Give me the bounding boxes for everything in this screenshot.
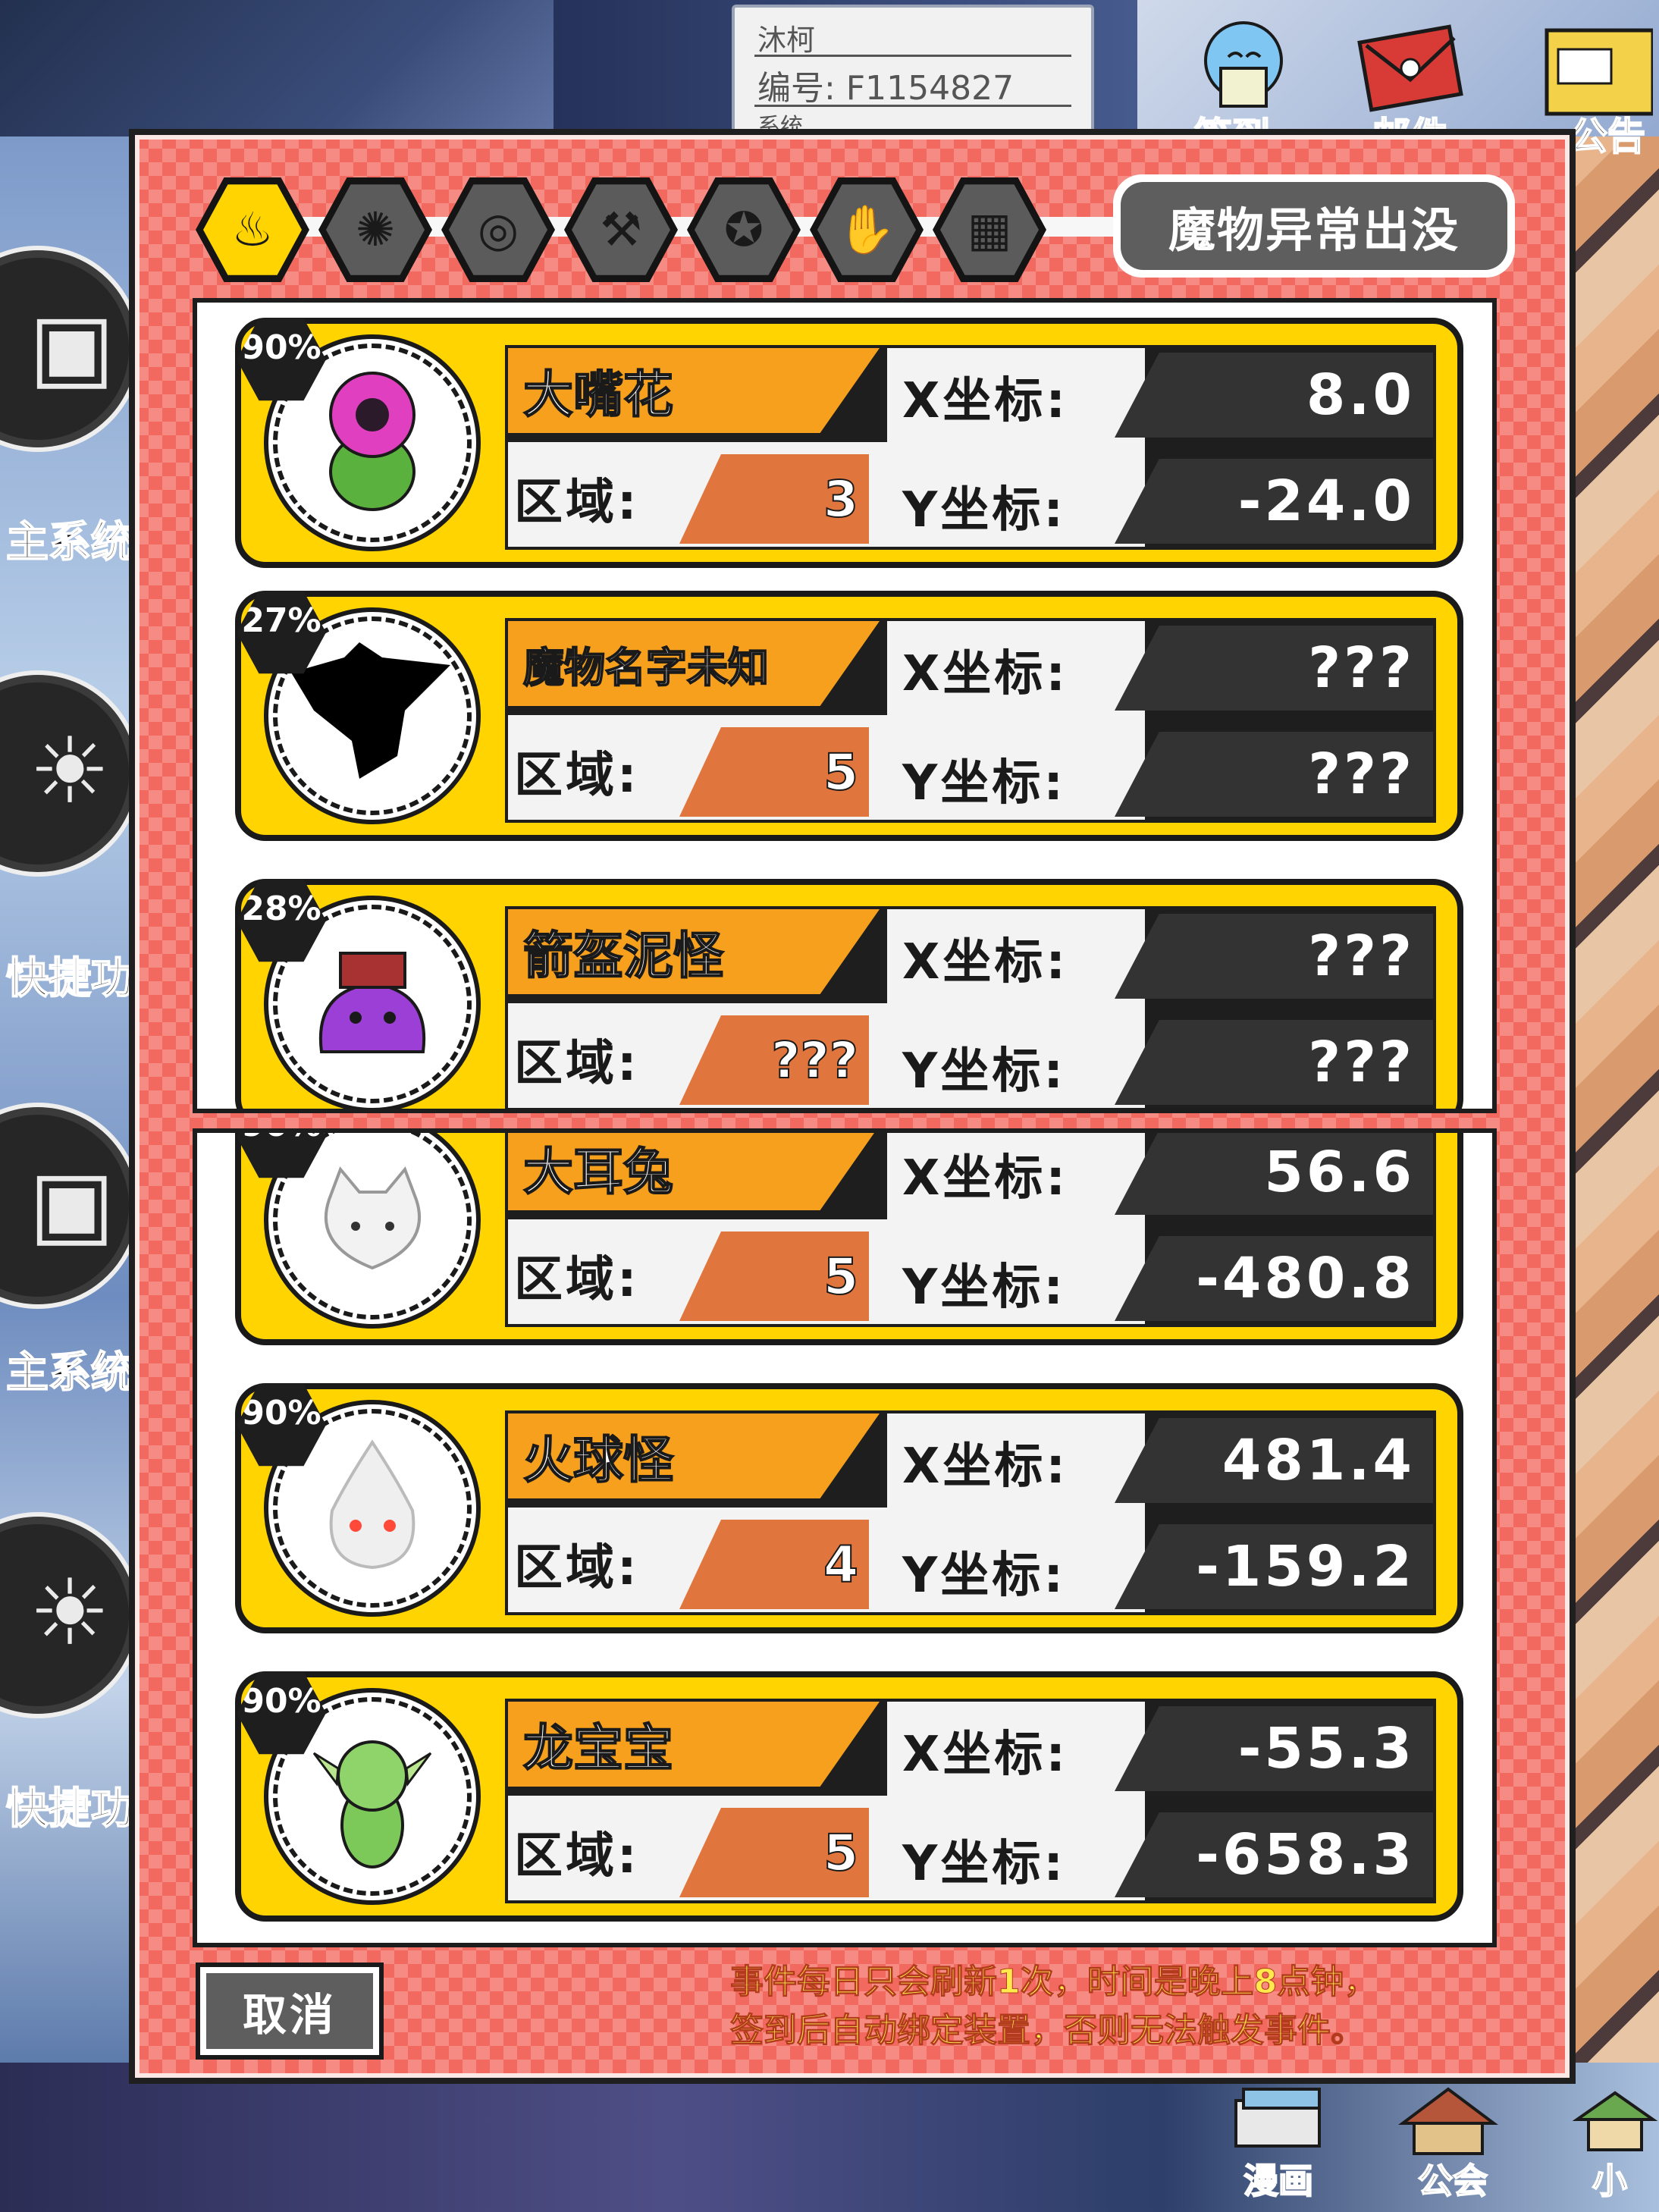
monster-info: 龙宝宝 区域: 5 X坐标: Y坐标: -55.3 -658.3 <box>505 1699 1436 1903</box>
coins-icon: ◎ <box>449 184 547 275</box>
category-tabs: ♨ ✺ ◎ ⚒ ✪ ✋ ▦ <box>196 173 1181 287</box>
y-coordinate-value: -480.8 <box>1115 1236 1433 1321</box>
monster-list-panel[interactable]: 90% 大嘴花 区域: 3 X坐标: Y坐标: 8.0 -24.0 27% 魔物… <box>193 298 1497 1113</box>
y-coordinate-value: -159.2 <box>1115 1524 1433 1609</box>
notice-board-icon[interactable] <box>1532 15 1655 121</box>
main-system-label: 主系统 <box>5 517 134 568</box>
fire-burst-icon: ✺ <box>326 184 425 275</box>
lightbulb-icon: ☀ <box>29 719 111 824</box>
x-coordinate-label: X坐标: <box>902 1439 1068 1495</box>
monster-name: 龙宝宝 <box>508 1702 880 1787</box>
zone-label: 区域: <box>514 1036 640 1092</box>
x-coordinate-value: ??? <box>1115 914 1433 999</box>
zone-label: 区域: <box>514 1828 640 1884</box>
player-profile-card[interactable]: 沐柯 编号: F1154827 系统 <box>732 5 1094 140</box>
notice-label: 公告 <box>1569 114 1646 159</box>
monster-row[interactable]: 90% 大嘴花 区域: 3 X坐标: Y坐标: 8.0 -24.0 <box>235 318 1463 568</box>
monster-info: 火球怪 区域: 4 X坐标: Y坐标: 481.4 -159.2 <box>505 1410 1436 1615</box>
y-coordinate-value: ??? <box>1115 1020 1433 1105</box>
lightbulb-icon: ☀ <box>29 1561 111 1666</box>
cancel-button-label: 取消 <box>206 1973 373 2049</box>
monster-name: 火球怪 <box>508 1413 880 1498</box>
star-badge-icon: ✪ <box>695 184 793 275</box>
monster-info: 魔物名字未知 区域: 5 X坐标: Y坐标: ??? ??? <box>505 618 1436 823</box>
y-coordinate-value: -24.0 <box>1115 459 1433 544</box>
x-coordinate-value: 56.6 <box>1115 1133 1433 1215</box>
tab-flame[interactable]: ♨ <box>196 177 309 282</box>
monster-row[interactable]: 28% 箭盔泥怪 区域: ??? X坐标: Y坐标: ??? ??? <box>235 879 1463 1109</box>
y-coordinate-label: Y坐标: <box>902 1548 1066 1604</box>
monster-row[interactable]: 90% 大耳兔 区域: 5 X坐标: Y坐标: 56.6 -480.8 <box>235 1133 1463 1345</box>
zone-label: 区域: <box>514 1540 640 1596</box>
monster-name: 箭盔泥怪 <box>508 909 880 994</box>
event-notice-line: 事件每日只会刷新1次，时间是晚上8点钟， <box>730 1963 1378 2002</box>
x-coordinate-label: X坐标: <box>902 646 1068 702</box>
event-notice: 事件每日只会刷新1次，时间是晚上8点钟， 签到后自动绑定装置，否则无法触发事件。 <box>730 1958 1534 2055</box>
monster-row[interactable]: 27% 魔物名字未知 区域: 5 X坐标: Y坐标: ??? ??? <box>235 591 1463 841</box>
main-system-label: 主系统 <box>5 1348 134 1398</box>
hammer-icon: ⚒ <box>572 184 670 275</box>
monster-row[interactable]: 90% 火球怪 区域: 4 X坐标: Y坐标: 481.4 -159.2 <box>235 1383 1463 1633</box>
event-notice-line: 签到后自动绑定装置，否则无法触发事件。 <box>730 2011 1365 2050</box>
x-coordinate-label: X坐标: <box>902 1727 1068 1783</box>
profile-divider <box>754 105 1071 107</box>
monster-list-panel[interactable]: 90% 大耳兔 区域: 5 X坐标: Y坐标: 56.6 -480.8 <box>193 1128 1497 1947</box>
x-coordinate-value: 8.0 <box>1115 353 1433 438</box>
x-coordinate-value: 481.4 <box>1115 1418 1433 1503</box>
y-coordinate-label: Y坐标: <box>902 1043 1066 1100</box>
monster-info: 大嘴花 区域: 3 X坐标: Y坐标: 8.0 -24.0 <box>505 345 1436 550</box>
player-id: 编号: F1154827 <box>757 69 1015 108</box>
window-icon: ▣ <box>29 1151 115 1257</box>
y-coordinate-value: ??? <box>1115 732 1433 817</box>
monster-info: 大耳兔 区域: 5 X坐标: Y坐标: 56.6 -480.8 <box>505 1133 1436 1327</box>
monster-row[interactable]: 90% 龙宝宝 区域: 5 X坐标: Y坐标: -55.3 -658.3 <box>235 1671 1463 1922</box>
player-name: 沐柯 <box>757 24 816 57</box>
monster-name: 魔物名字未知 <box>508 621 880 706</box>
bg-right-art <box>1562 136 1659 2070</box>
modal-title: 魔物异常出没 <box>1121 182 1507 270</box>
zone-label: 区域: <box>514 1252 640 1308</box>
envelope-icon[interactable] <box>1350 15 1471 121</box>
tab-glove[interactable]: ✋ <box>810 177 924 282</box>
tab-grid[interactable]: ▦ <box>933 177 1046 282</box>
flame-icon: ♨ <box>203 184 302 275</box>
zone-label: 区域: <box>514 748 640 804</box>
y-coordinate-label: Y坐标: <box>902 482 1066 538</box>
modal-title-box: 魔物异常出没 <box>1113 174 1515 278</box>
y-coordinate-label: Y坐标: <box>902 755 1066 811</box>
tab-coins[interactable]: ◎ <box>441 177 555 282</box>
zone-label: 区域: <box>514 475 640 531</box>
window-icon: ▣ <box>29 294 115 400</box>
tab-hammer[interactable]: ⚒ <box>564 177 678 282</box>
glove-icon: ✋ <box>817 184 916 275</box>
grid-icon: ▦ <box>940 184 1039 275</box>
y-coordinate-value: -658.3 <box>1115 1812 1433 1897</box>
x-coordinate-label: X坐标: <box>902 934 1068 990</box>
cancel-button[interactable]: 取消 <box>196 1963 384 2060</box>
monster-name: 大嘴花 <box>508 348 880 433</box>
y-coordinate-label: Y坐标: <box>902 1836 1066 1892</box>
guild-label: 公会 <box>1417 2160 1488 2202</box>
x-coordinate-value: -55.3 <box>1115 1706 1433 1791</box>
comics-label: 漫画 <box>1243 2160 1314 2202</box>
x-coordinate-label: X坐标: <box>902 1150 1068 1206</box>
monster-sighting-modal: ♨ ✺ ◎ ⚒ ✪ ✋ ▦ 魔物异常出没 90% 大嘴花 区域: 3 X坐标: … <box>129 129 1576 2084</box>
neighborhood-label: 小区 <box>1592 2160 1628 2212</box>
y-coordinate-label: Y坐标: <box>902 1260 1066 1316</box>
checkin-icon[interactable] <box>1183 15 1304 121</box>
profile-divider <box>754 55 1071 57</box>
x-coordinate-label: X坐标: <box>902 373 1068 429</box>
monster-info: 箭盔泥怪 区域: ??? X坐标: Y坐标: ??? ??? <box>505 906 1436 1109</box>
x-coordinate-value: ??? <box>1115 626 1433 711</box>
monster-name: 大耳兔 <box>508 1133 880 1210</box>
tab-star-badge[interactable]: ✪ <box>687 177 801 282</box>
tab-fire-burst[interactable]: ✺ <box>318 177 432 282</box>
